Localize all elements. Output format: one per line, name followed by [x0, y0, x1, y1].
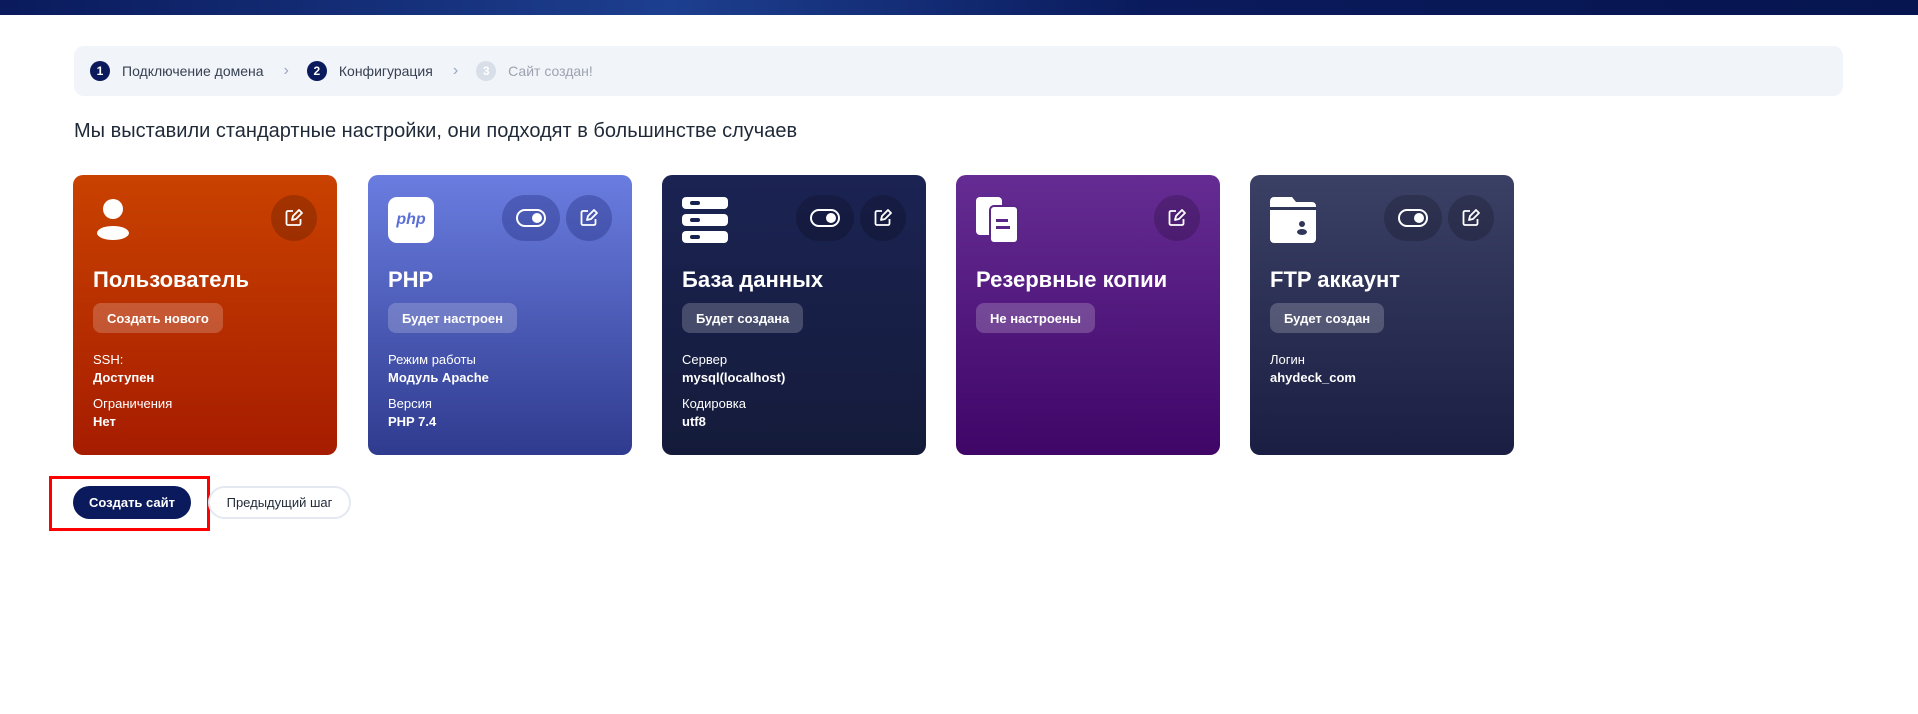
field-label: SSH:	[93, 352, 124, 367]
edit-icon	[1168, 209, 1186, 226]
card-title: База данных	[682, 267, 824, 292]
field-label: Логин	[1270, 352, 1305, 367]
field-value: Модуль Apache	[388, 370, 489, 385]
card-user: Пользователь Создать нового SSH: Доступен…	[73, 175, 337, 455]
chevron-right-icon: ›	[283, 62, 289, 79]
server-icon	[682, 197, 728, 243]
edit-icon	[1462, 209, 1480, 226]
php-logo-text: php	[396, 211, 426, 228]
field-label: Кодировка	[682, 396, 746, 411]
step-number: 2	[306, 61, 327, 81]
card-backups: Резервные копии Не настроены	[956, 175, 1220, 455]
step-label: Конфигурация	[338, 63, 433, 79]
status-badge: Будет создана	[682, 303, 804, 333]
page-heading: Мы выставили стандартные настройки, они …	[74, 120, 798, 142]
documents-icon	[976, 197, 1019, 243]
edit-button[interactable]	[860, 195, 906, 241]
field-label: Сервер	[682, 352, 728, 367]
step-done: 3 Сайт создан!	[476, 61, 593, 81]
field-label: Режим работы	[388, 352, 476, 367]
step-config: 2 Конфигурация	[306, 61, 433, 81]
field-label: Версия	[388, 396, 432, 411]
status-badge: Создать нового	[93, 303, 223, 333]
card-title: FTP аккаунт	[1270, 267, 1401, 292]
edit-icon	[285, 209, 303, 226]
step-label: Сайт создан!	[508, 63, 593, 79]
edit-button[interactable]	[271, 195, 317, 241]
previous-step-button[interactable]: Предыдущий шаг	[208, 486, 351, 519]
php-toggle[interactable]	[502, 195, 560, 241]
edit-icon	[874, 209, 892, 226]
status-badge: Будет создан	[1270, 303, 1385, 333]
field-value: Доступен	[93, 370, 155, 385]
status-badge: Будет настроен	[388, 303, 518, 333]
database-toggle[interactable]	[796, 195, 854, 241]
create-site-button[interactable]: Создать сайт	[73, 486, 191, 519]
field-value: mysql(localhost)	[682, 370, 786, 385]
toggle-on-icon	[516, 209, 546, 227]
card-info: Сервер mysql(localhost) Кодировка utf8	[682, 351, 785, 439]
toggle-on-icon	[810, 209, 840, 227]
card-title: PHP	[388, 267, 434, 292]
step-number: 3	[476, 61, 497, 81]
card-database: База данных Будет создана Сервер mysql(lo…	[662, 175, 926, 455]
card-info: SSH: Доступен Ограничения Нет	[93, 351, 172, 439]
step-number: 1	[90, 61, 110, 81]
card-info: Режим работы Модуль Apache Версия PHP 7.4	[388, 351, 489, 439]
folder-user-icon	[1270, 197, 1316, 243]
chevron-right-icon: ›	[452, 62, 459, 79]
field-value: utf8	[682, 414, 706, 429]
status-badge: Не настроены	[976, 303, 1095, 333]
card-info: Логин ahydeck_com	[1270, 351, 1356, 395]
step-domain: 1 Подключение домена	[90, 61, 264, 81]
card-title: Резервные копии	[976, 267, 1168, 292]
edit-icon	[580, 209, 598, 226]
edit-button[interactable]	[566, 195, 612, 241]
card-ftp: FTP аккаунт Будет создан Логин ahydeck_co…	[1250, 175, 1514, 455]
field-value: Нет	[93, 414, 116, 429]
php-icon: php	[388, 197, 434, 243]
stepper: 1 Подключение домена › 2 Конфигурация › 3С…	[74, 46, 1843, 96]
step-label: Подключение домена	[122, 63, 264, 79]
ftp-toggle[interactable]	[1384, 195, 1442, 241]
edit-button[interactable]	[1154, 195, 1200, 241]
toggle-on-icon	[1398, 209, 1428, 227]
field-value: ahydeck_com	[1270, 370, 1356, 385]
card-title: Пользователь	[93, 267, 250, 292]
field-label: Ограничения	[93, 396, 173, 411]
user-icon	[97, 199, 129, 240]
top-header-bar	[0, 0, 1918, 15]
field-value: PHP 7.4	[388, 414, 437, 429]
edit-button[interactable]	[1448, 195, 1494, 241]
card-php: php PHP Будет настроен Режим работы Модул…	[368, 175, 632, 455]
